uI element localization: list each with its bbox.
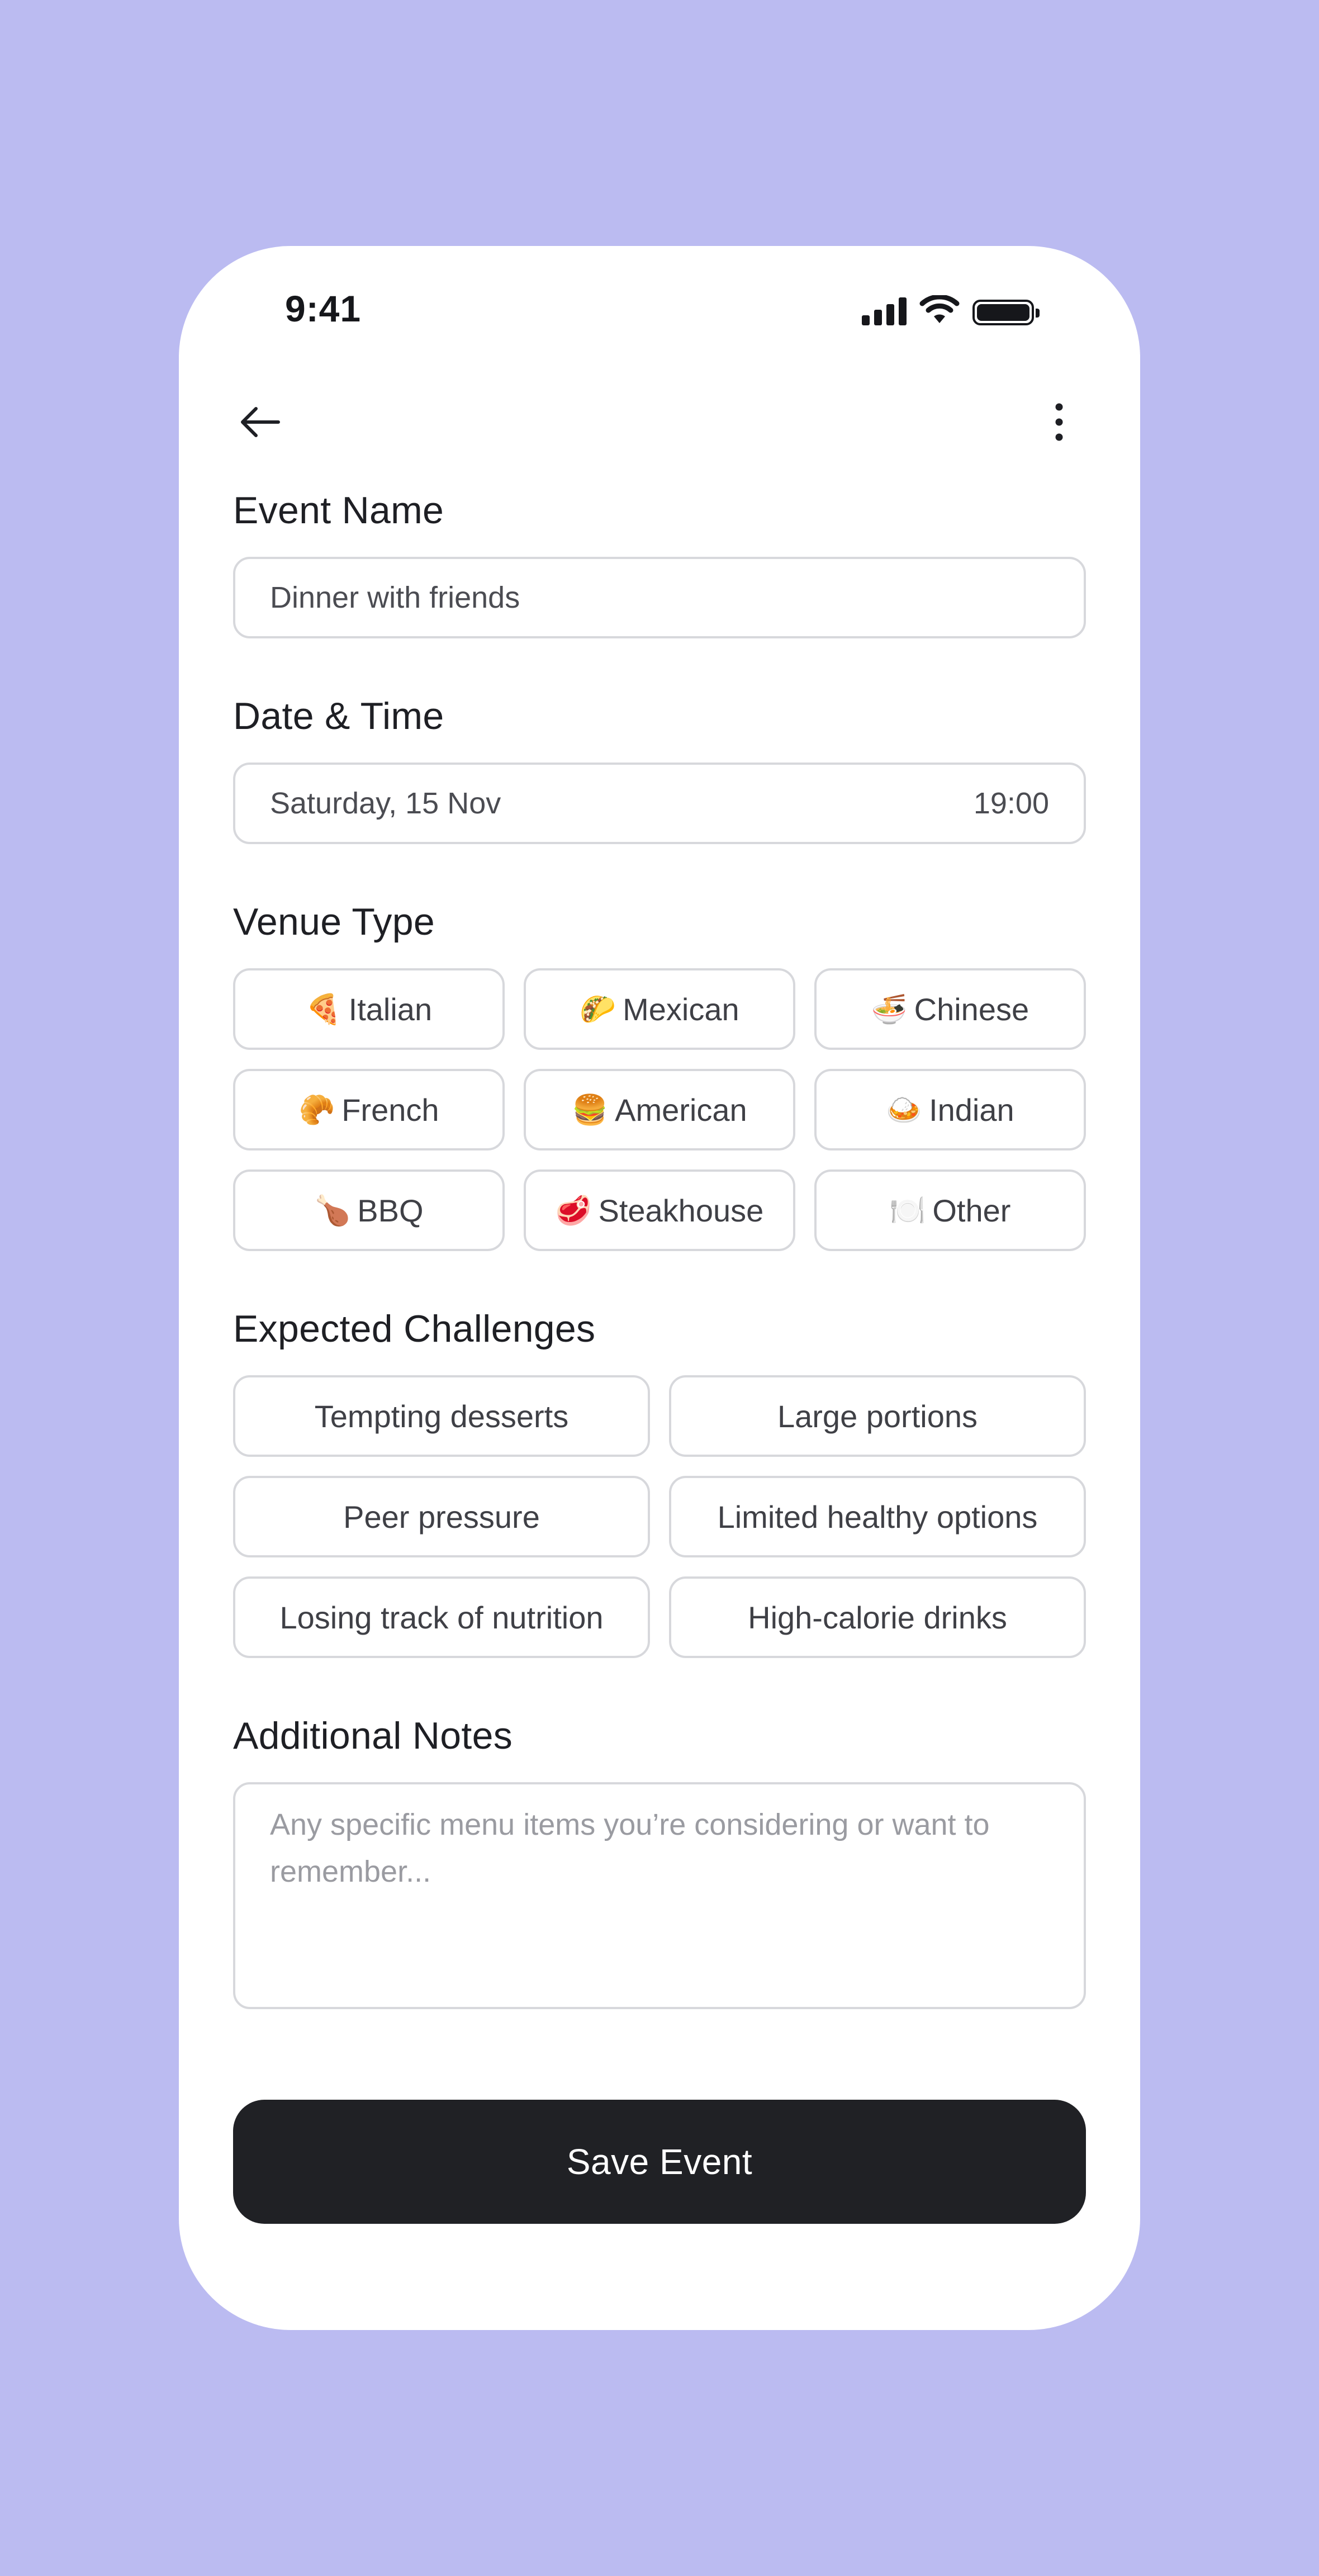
- venue-chip-other[interactable]: 🍽️ Other: [814, 1169, 1086, 1251]
- venue-chip-american[interactable]: 🍔 American: [524, 1069, 795, 1150]
- notes-placeholder: Any specific menu items you’re consideri…: [270, 1808, 990, 1888]
- venue-chip-italian[interactable]: 🍕 Italian: [233, 968, 505, 1050]
- venue-chip-label: Steakhouse: [598, 1192, 764, 1228]
- status-icons: [862, 295, 1040, 325]
- date-value: Saturday, 15 Nov: [270, 787, 501, 820]
- challenge-chip-peer-pressure[interactable]: Peer pressure: [233, 1476, 650, 1557]
- challenge-chip-losing-track[interactable]: Losing track of nutrition: [233, 1576, 650, 1658]
- time-value: 19:00: [973, 787, 1049, 820]
- steak-icon: 🥩: [555, 1194, 592, 1228]
- notes-textarea[interactable]: Any specific menu items you’re consideri…: [233, 1782, 1086, 2009]
- noodles-icon: 🍜: [871, 992, 908, 1026]
- challenge-chip-label: Tempting desserts: [314, 1398, 569, 1434]
- back-button[interactable]: [235, 397, 285, 447]
- more-options-button[interactable]: [1034, 397, 1084, 447]
- status-bar: 9:41: [179, 246, 1140, 375]
- drumstick-icon: 🍗: [314, 1194, 351, 1228]
- venue-chip-steakhouse[interactable]: 🥩 Steakhouse: [524, 1169, 795, 1251]
- taco-icon: 🌮: [580, 992, 616, 1026]
- venue-chip-label: Indian: [929, 1092, 1014, 1128]
- venue-chip-label: BBQ: [357, 1192, 424, 1228]
- challenges-label: Expected Challenges: [233, 1308, 596, 1350]
- challenge-chip-label: Limited healthy options: [717, 1499, 1038, 1535]
- challenge-chip-limited-healthy-options[interactable]: Limited healthy options: [669, 1476, 1086, 1557]
- challenge-chip-large-portions[interactable]: Large portions: [669, 1375, 1086, 1457]
- curry-icon: 🍛: [886, 1093, 923, 1127]
- date-time-field[interactable]: Saturday, 15 Nov 19:00: [233, 763, 1086, 844]
- venue-chip-label: American: [615, 1092, 747, 1128]
- arrow-left-icon: [241, 407, 280, 437]
- burger-icon: 🍔: [572, 1093, 609, 1127]
- battery-icon: [972, 300, 1040, 325]
- notes-label: Additional Notes: [233, 1715, 513, 1757]
- venue-chip-indian[interactable]: 🍛 Indian: [814, 1069, 1086, 1150]
- phone-frame: 9:41 Event Name Dinner with friends Date…: [179, 246, 1140, 2330]
- venue-chip-mexican[interactable]: 🌮 Mexican: [524, 968, 795, 1050]
- venue-chip-french[interactable]: 🥐 French: [233, 1069, 505, 1150]
- venue-chip-chinese[interactable]: 🍜 Chinese: [814, 968, 1086, 1050]
- event-name-field[interactable]: Dinner with friends: [233, 557, 1086, 638]
- challenge-chip-high-calorie-drinks[interactable]: High-calorie drinks: [669, 1576, 1086, 1658]
- challenge-chip-label: Large portions: [777, 1398, 978, 1434]
- venue-chip-label: Chinese: [914, 991, 1029, 1027]
- cellular-signal-icon: [862, 297, 907, 325]
- venue-chip-label: French: [341, 1092, 439, 1128]
- venue-chip-bbq[interactable]: 🍗 BBQ: [233, 1169, 505, 1251]
- wifi-icon: [919, 295, 960, 323]
- venue-chip-label: Mexican: [623, 991, 739, 1027]
- event-name-value: Dinner with friends: [270, 581, 520, 614]
- more-vertical-icon: [1055, 403, 1063, 441]
- pizza-icon: 🍕: [305, 992, 342, 1026]
- challenge-chip-label: High-calorie drinks: [748, 1599, 1007, 1635]
- status-time: 9:41: [285, 288, 362, 329]
- date-time-label: Date & Time: [233, 695, 444, 737]
- plate-cutlery-icon: 🍽️: [889, 1194, 926, 1228]
- venue-type-label: Venue Type: [233, 901, 435, 943]
- venue-chip-label: Other: [932, 1192, 1011, 1228]
- save-event-button[interactable]: Save Event: [233, 2100, 1086, 2224]
- challenge-chip-label: Peer pressure: [343, 1499, 540, 1535]
- event-name-label: Event Name: [233, 489, 444, 532]
- challenge-chip-tempting-desserts[interactable]: Tempting desserts: [233, 1375, 650, 1457]
- challenge-chip-label: Losing track of nutrition: [279, 1599, 604, 1635]
- venue-chip-label: Italian: [348, 991, 433, 1027]
- croissant-icon: 🥐: [298, 1093, 335, 1127]
